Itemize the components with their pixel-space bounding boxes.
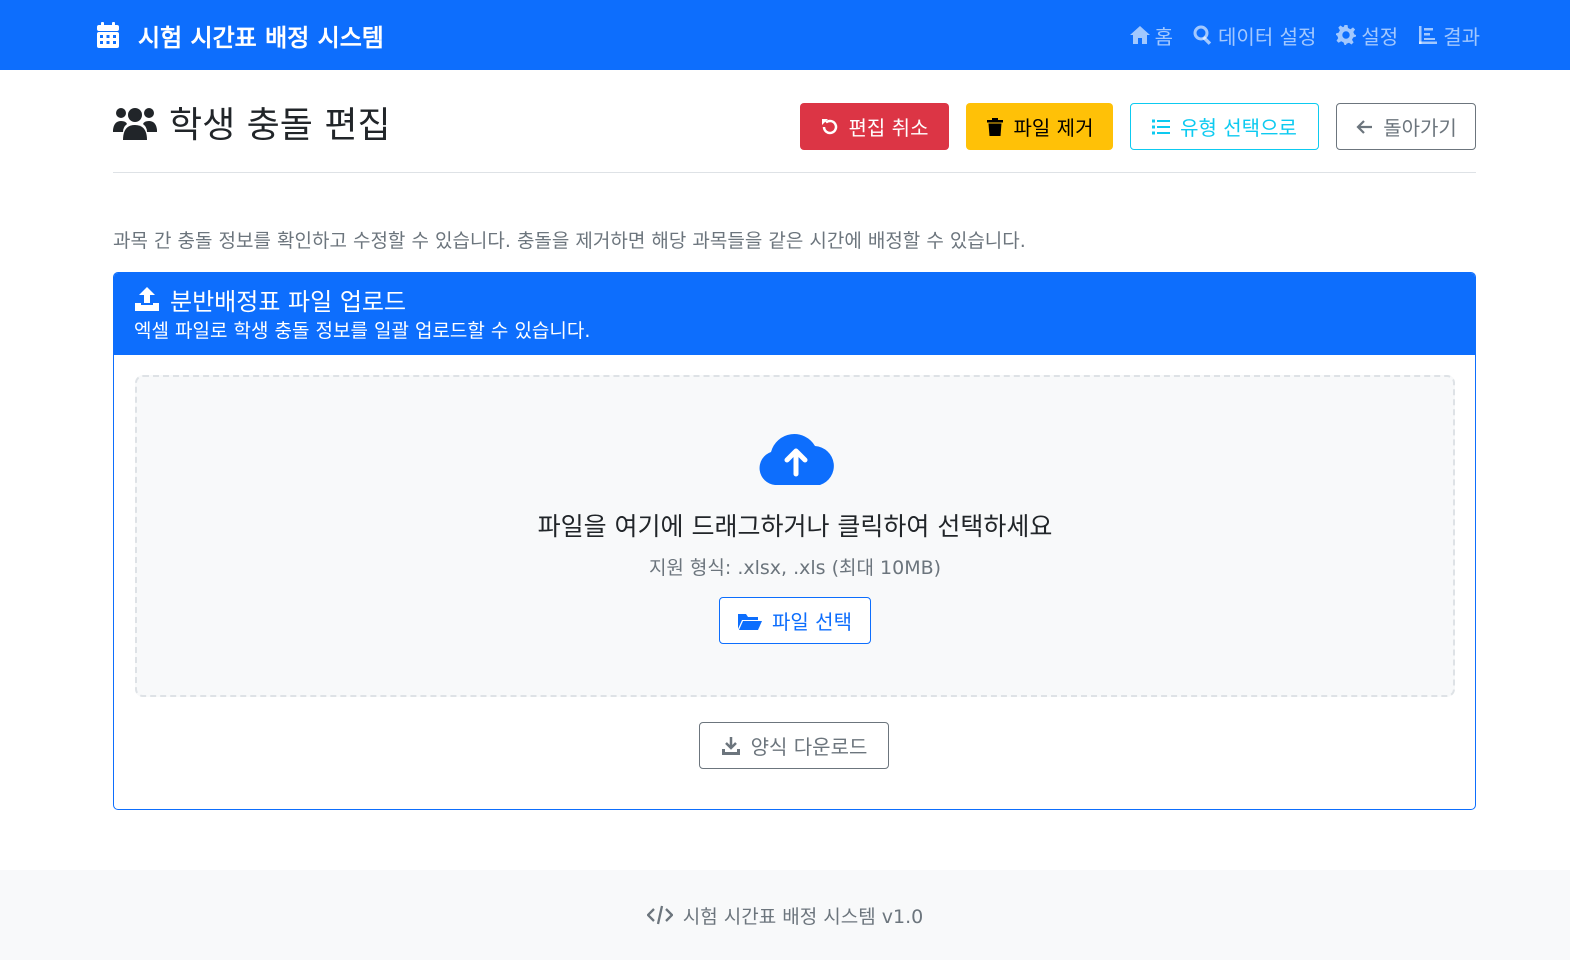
nav-link-data-settings[interactable]: 데이터 설정 (1193, 21, 1316, 50)
nav-link-label: 결과 (1443, 24, 1480, 49)
gear-icon (1336, 25, 1357, 45)
remove-file-button[interactable]: 파일 제거 (966, 103, 1113, 150)
folder-open-icon (738, 613, 763, 630)
calendar-icon (97, 22, 119, 48)
type-select-button[interactable]: 유형 선택으로 (1130, 103, 1319, 150)
arrow-left-icon (1356, 119, 1373, 134)
remove-file-label: 파일 제거 (1013, 116, 1094, 140)
nav-link-label: 홈 (1154, 24, 1174, 49)
home-icon (1129, 26, 1150, 44)
nav-link-home[interactable]: 홈 (1129, 21, 1174, 50)
chart-icon (1419, 26, 1438, 44)
upload-card: 분반배정표 파일 업로드 엑셀 파일로 학생 충돌 정보를 일괄 업로드할 수 … (113, 272, 1476, 810)
footer: 시험 시간표 배정 시스템 v1.0 (0, 870, 1570, 960)
download-template-label: 양식 다운로드 (750, 735, 868, 759)
header-actions: 편집 취소 파일 제거 유형 선택으로 돌아가기 (783, 103, 1476, 150)
nav-link-label: 데이터 설정 (1218, 24, 1317, 49)
back-button[interactable]: 돌아가기 (1336, 103, 1476, 150)
page-header: 학생 충돌 편집 편집 취소 파일 제거 유형 선택으로 돌아가기 (113, 100, 1476, 173)
dropzone-formats: 지원 형식: .xlsx, .xls (최대 10MB) (648, 557, 942, 579)
download-icon (721, 736, 740, 755)
footer-text: 시험 시간표 배정 시스템 v1.0 (682, 905, 924, 928)
undo-icon (821, 118, 837, 134)
trash-icon (986, 117, 1003, 136)
search-icon (1193, 25, 1212, 45)
select-file-button[interactable]: 파일 선택 (719, 597, 871, 644)
upload-card-title: 분반배정표 파일 업로드 (134, 285, 1475, 316)
upload-icon (135, 287, 159, 311)
cancel-edit-button[interactable]: 편집 취소 (800, 103, 949, 150)
page-description: 과목 간 충돌 정보를 확인하고 수정할 수 있습니다. 충돌을 제거하면 해당… (113, 230, 1026, 252)
file-dropzone[interactable]: 파일을 여기에 드래그하거나 클릭하여 선택하세요 지원 형식: .xlsx, … (135, 375, 1455, 697)
nav-link-results[interactable]: 결과 (1418, 21, 1480, 50)
brand-title: 시험 시간표 배정 시스템 (138, 23, 384, 52)
brand[interactable]: 시험 시간표 배정 시스템 (96, 18, 384, 52)
nav-link-label: 설정 (1361, 24, 1399, 49)
nav-links: 홈 데이터 설정 설정 결과 (1110, 20, 1480, 50)
back-label: 돌아가기 (1383, 116, 1457, 140)
upload-card-title-text: 분반배정표 파일 업로드 (170, 287, 407, 316)
upload-card-subtitle: 엑셀 파일로 학생 충돌 정보를 일괄 업로드할 수 있습니다. (134, 320, 591, 342)
nav-link-settings[interactable]: 설정 (1336, 21, 1398, 50)
list-icon (1152, 119, 1171, 134)
page-title-text: 학생 충돌 편집 (169, 105, 391, 146)
download-template-button[interactable]: 양식 다운로드 (699, 722, 889, 769)
top-navbar: 시험 시간표 배정 시스템 홈 데이터 설정 설정 결과 (0, 0, 1570, 70)
code-icon (646, 905, 673, 925)
select-file-label: 파일 선택 (772, 610, 852, 634)
cancel-edit-label: 편집 취소 (848, 116, 929, 140)
dropzone-title: 파일을 여기에 드래그하거나 클릭하여 선택하세요 (537, 512, 1053, 541)
users-icon (113, 108, 157, 140)
page-title: 학생 충돌 편집 (113, 100, 391, 146)
cloud-upload-icon (759, 434, 834, 485)
type-select-label: 유형 선택으로 (1180, 116, 1297, 140)
upload-card-header: 분반배정표 파일 업로드 엑셀 파일로 학생 충돌 정보를 일괄 업로드할 수 … (114, 273, 1475, 355)
